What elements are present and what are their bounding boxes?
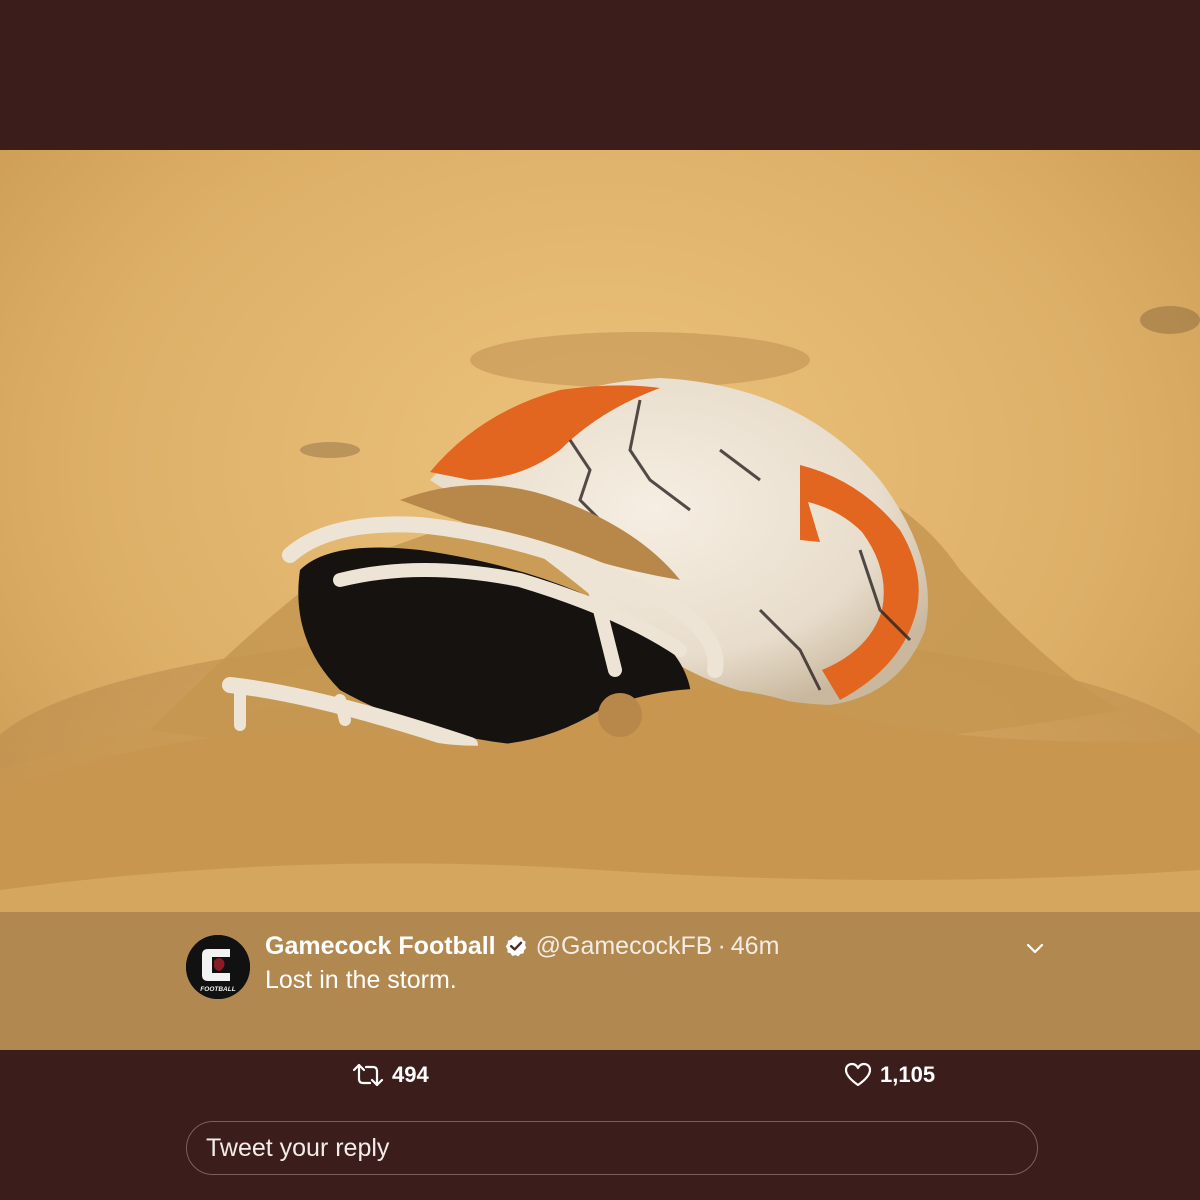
tweet-timestamp[interactable]: 46m [731,932,780,961]
retweet-icon [352,1063,384,1087]
tweet-media-viewer: FOOTBALL Gamecock Football @GamecockFB ·… [0,0,1200,1200]
author-name[interactable]: Gamecock Football [265,932,496,961]
retweet-count: 494 [392,1062,429,1087]
gamecock-logo-icon: FOOTBALL [186,935,250,999]
author-handle[interactable]: @GamecockFB [536,932,713,961]
like-button[interactable]: 1,105 [844,1060,935,1090]
avatar[interactable]: FOOTBALL [186,935,250,999]
tweet-author-line: Gamecock Football @GamecockFB · 46m [265,929,779,963]
separator-dot: · [717,931,726,960]
chevron-down-icon[interactable] [1022,935,1048,961]
tweet-text: Lost in the storm. [265,966,457,994]
verified-badge-icon [504,934,528,958]
reply-input[interactable]: Tweet your reply [186,1121,1038,1175]
avatar-logo-text: FOOTBALL [200,986,235,993]
retweet-button[interactable]: 494 [352,1060,429,1090]
top-bar [0,0,1200,150]
reply-placeholder: Tweet your reply [206,1133,390,1162]
like-count: 1,105 [880,1062,936,1087]
heart-icon [844,1062,872,1087]
